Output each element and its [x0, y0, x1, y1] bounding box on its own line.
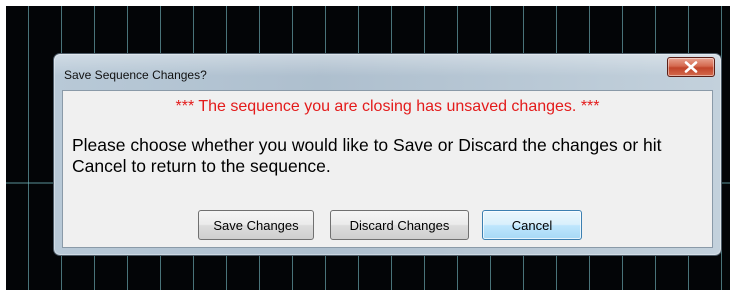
instruction-message: Please choose whether you would like to …: [72, 135, 662, 176]
dialog-title-bar[interactable]: Save Sequence Changes?: [54, 54, 721, 90]
dialog-title: Save Sequence Changes?: [64, 68, 207, 82]
close-button[interactable]: [667, 57, 715, 77]
save-changes-button[interactable]: Save Changes: [198, 210, 314, 240]
warning-message: *** The sequence you are closing has uns…: [175, 98, 600, 115]
cancel-button[interactable]: Cancel: [482, 210, 582, 240]
background-screen: Save Sequence Changes? *** The sequence …: [6, 6, 730, 290]
save-changes-dialog: Save Sequence Changes? *** The sequence …: [53, 53, 722, 256]
dialog-body: *** The sequence you are closing has uns…: [62, 90, 713, 248]
close-icon: [684, 61, 698, 73]
discard-changes-button[interactable]: Discard Changes: [330, 210, 469, 240]
